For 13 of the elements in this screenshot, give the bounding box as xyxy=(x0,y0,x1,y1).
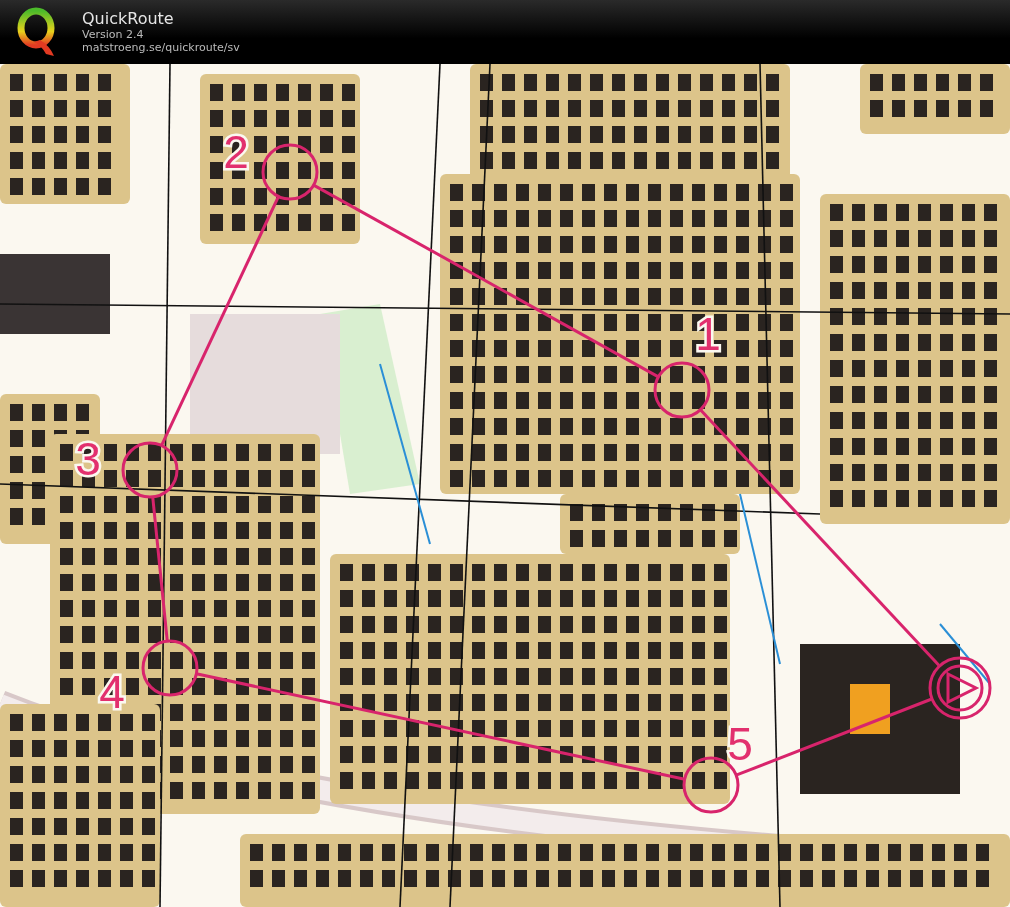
app-title: QuickRoute xyxy=(82,10,175,28)
control-number: 4 xyxy=(99,666,125,718)
control-circle xyxy=(141,639,199,697)
control-number: 3 xyxy=(75,433,101,485)
control-circle xyxy=(261,143,319,201)
control-number: 5 xyxy=(727,718,753,770)
control-number: 2 xyxy=(223,126,249,178)
control-circle xyxy=(121,441,179,499)
control-number: 1 xyxy=(695,308,721,360)
control-circle xyxy=(653,361,711,419)
start-finish-marker xyxy=(928,656,992,720)
version-text: Version 2.4 xyxy=(82,27,145,41)
website-link[interactable]: matstroeng.se/quickroute/sv xyxy=(82,40,240,54)
